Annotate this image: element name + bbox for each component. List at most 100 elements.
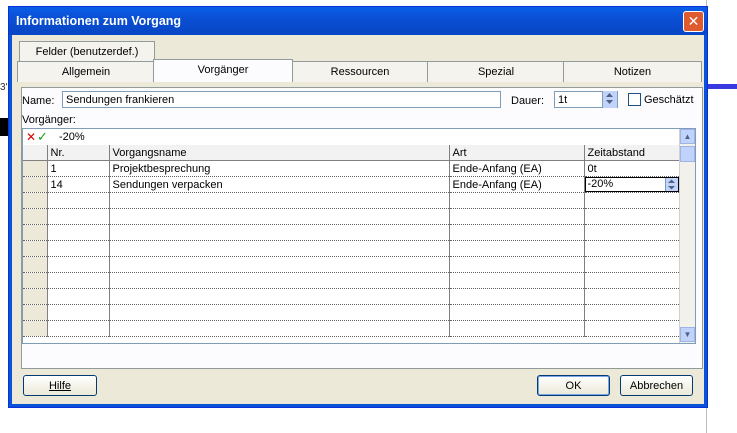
cell-lag[interactable] <box>584 224 680 241</box>
row-header[interactable] <box>23 304 48 321</box>
row-header[interactable] <box>23 160 48 177</box>
table-row[interactable] <box>23 240 680 257</box>
cell-nr[interactable]: 1 <box>47 160 110 177</box>
grid-header: Nr. Vorgangsname Art Zeitabstand <box>23 145 680 161</box>
table-row[interactable] <box>23 192 680 209</box>
cell-lag[interactable]: 0t <box>584 160 680 177</box>
cancel-button[interactable]: Abbrechen <box>620 375 693 396</box>
cell-lag[interactable] <box>584 256 680 273</box>
cell-name[interactable] <box>109 256 450 273</box>
confirm-entry-icon[interactable]: ✓ <box>37 129 48 145</box>
cell-name[interactable] <box>109 320 450 337</box>
duration-label: Dauer: <box>511 95 545 107</box>
cell-type[interactable]: Ende-Anfang (EA) <box>449 176 585 193</box>
table-row[interactable] <box>23 320 680 337</box>
duration-field[interactable]: 1t <box>554 91 618 108</box>
cell-type[interactable] <box>449 192 585 209</box>
tab-advanced[interactable]: Spezial <box>427 61 565 82</box>
cancel-entry-icon[interactable]: ✕ <box>26 130 36 144</box>
cell-type[interactable] <box>449 304 585 321</box>
name-field[interactable]: Sendungen frankieren <box>62 91 501 108</box>
cell-name[interactable] <box>109 288 450 305</box>
tab-notes[interactable]: Notizen <box>563 61 702 82</box>
row-header[interactable] <box>23 192 48 209</box>
vertical-scrollbar[interactable]: ▲ ▼ <box>679 129 695 343</box>
tab-resources[interactable]: Ressourcen <box>291 61 429 82</box>
row-header[interactable] <box>23 208 48 225</box>
tab-label: Ressourcen <box>330 66 390 78</box>
cell-type[interactable] <box>449 208 585 225</box>
cell-nr[interactable] <box>47 256 110 273</box>
cell-name[interactable] <box>109 240 450 257</box>
cell-name[interactable] <box>109 272 450 289</box>
cell-nr[interactable] <box>47 320 110 337</box>
help-button[interactable]: Hilfe <box>23 375 97 396</box>
cell-nr[interactable] <box>47 224 110 241</box>
help-button-label: Hilfe <box>48 380 71 392</box>
row-header[interactable] <box>23 272 48 289</box>
cell-name[interactable] <box>109 208 450 225</box>
cell-type[interactable] <box>449 320 585 337</box>
column-header-nr[interactable]: Nr. <box>47 145 110 161</box>
predecessors-label: Vorgänger: <box>22 114 76 126</box>
cell-lag[interactable] <box>584 208 680 225</box>
cell-name[interactable]: Projektbesprechung <box>109 160 450 177</box>
cell-type[interactable]: Ende-Anfang (EA) <box>449 160 585 177</box>
cell-nr[interactable] <box>47 288 110 305</box>
table-row[interactable]: 1 Projektbesprechung Ende-Anfang (EA) 0t <box>23 160 680 177</box>
cell-lag[interactable] <box>584 320 680 337</box>
column-header-type[interactable]: Art <box>449 145 585 161</box>
background-right-bar <box>706 84 737 89</box>
table-row[interactable]: 14 Sendungen verpacken Ende-Anfang (EA) … <box>23 176 680 193</box>
table-row[interactable] <box>23 304 680 321</box>
title-bar[interactable]: Informationen zum Vorgang ✕ <box>9 7 707 35</box>
cell-name[interactable]: Sendungen verpacken <box>109 176 450 193</box>
tab-general[interactable]: Allgemein <box>17 61 155 82</box>
estimated-checkbox[interactable] <box>628 93 641 106</box>
cell-lag-editing[interactable]: -20% <box>584 176 680 193</box>
cell-type[interactable] <box>449 240 585 257</box>
table-row[interactable] <box>23 256 680 273</box>
cell-nr[interactable] <box>47 304 110 321</box>
row-header[interactable] <box>23 288 48 305</box>
lag-edit-field[interactable]: -20% <box>584 177 678 192</box>
duration-spinner[interactable] <box>602 91 617 108</box>
cell-nr[interactable] <box>47 240 110 257</box>
scroll-thumb[interactable] <box>680 146 695 162</box>
tab-predecessors[interactable]: Vorgänger <box>153 59 293 82</box>
column-header-lag[interactable]: Zeitabstand <box>584 145 680 161</box>
cell-name[interactable] <box>109 304 450 321</box>
cell-type[interactable] <box>449 256 585 273</box>
cell-name[interactable] <box>109 224 450 241</box>
row-header[interactable] <box>23 176 48 193</box>
cell-lag[interactable] <box>584 192 680 209</box>
ok-button[interactable]: OK <box>537 375 610 396</box>
cell-type[interactable] <box>449 288 585 305</box>
cell-nr[interactable] <box>47 272 110 289</box>
cell-type[interactable] <box>449 272 585 289</box>
cell-lag[interactable] <box>584 272 680 289</box>
table-row[interactable] <box>23 272 680 289</box>
table-row[interactable] <box>23 288 680 305</box>
cell-nr[interactable]: 14 <box>47 176 110 193</box>
cell-lag[interactable] <box>584 288 680 305</box>
scroll-down-button[interactable]: ▼ <box>680 327 695 342</box>
table-row[interactable] <box>23 208 680 225</box>
cell-type[interactable] <box>449 224 585 241</box>
close-button[interactable]: ✕ <box>683 11 704 32</box>
lag-spinner[interactable] <box>664 178 678 191</box>
cell-nr[interactable] <box>47 192 110 209</box>
tab-custom-fields[interactable]: Felder (benutzerdef.) <box>19 41 155 62</box>
row-header[interactable] <box>23 256 48 273</box>
scroll-up-button[interactable]: ▲ <box>680 129 695 144</box>
row-header[interactable] <box>23 240 48 257</box>
entry-value[interactable]: -20% <box>59 131 85 143</box>
cell-lag[interactable] <box>584 240 680 257</box>
cell-name[interactable] <box>109 192 450 209</box>
row-header[interactable] <box>23 224 48 241</box>
cell-lag[interactable] <box>584 304 680 321</box>
row-header[interactable] <box>23 320 48 337</box>
table-row[interactable] <box>23 224 680 241</box>
column-header-name[interactable]: Vorgangsname <box>109 145 450 161</box>
cell-nr[interactable] <box>47 208 110 225</box>
